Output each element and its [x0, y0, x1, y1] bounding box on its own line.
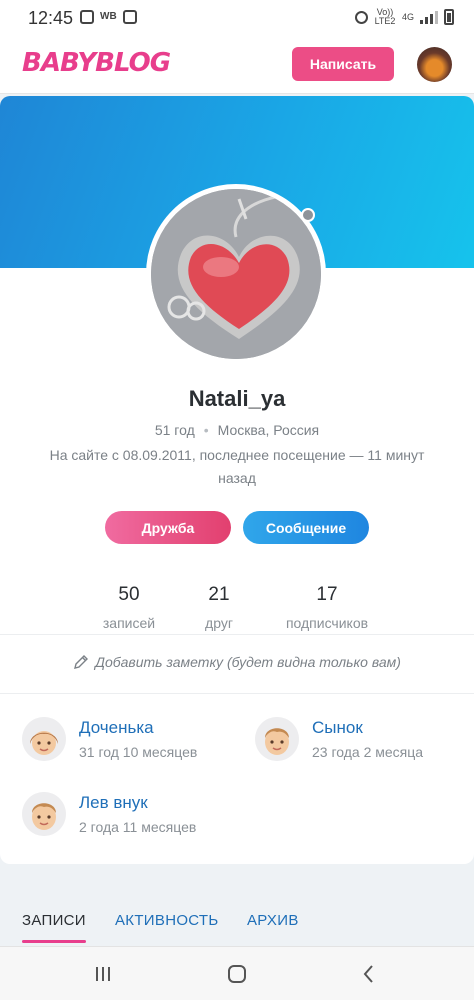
- add-note-label: Добавить заметку (будет видна только вам…: [95, 654, 401, 670]
- heart-pendant-image: [151, 189, 321, 359]
- home-icon[interactable]: [224, 961, 250, 987]
- profile-name: Natali_ya: [188, 386, 286, 411]
- profile-meta: 51 год • Москва, Россия: [0, 422, 474, 438]
- stat-friends[interactable]: 21 друг: [164, 584, 274, 631]
- profile-location: Москва, Россия: [217, 422, 320, 438]
- relative-son[interactable]: Сынок 23 года 2 месяца: [255, 717, 423, 761]
- tab-posts[interactable]: ЗАПИСИ: [22, 912, 86, 929]
- signal-icon: [420, 10, 438, 24]
- instagram-icon: [80, 10, 94, 24]
- write-button[interactable]: Написать: [292, 47, 394, 81]
- relative-daughter[interactable]: Доченька 31 год 10 месяцев: [22, 717, 197, 761]
- screenshot-icon: [123, 10, 137, 24]
- status-bar: 12:45 WB Vo)) LTE2 4G: [0, 0, 474, 36]
- relative-age: 2 года 11 месяцев: [79, 819, 197, 835]
- stat-followers[interactable]: 17 подписчиков: [272, 584, 382, 631]
- boy-face-icon: [255, 717, 299, 761]
- system-navbar: [0, 946, 474, 1000]
- divider: [0, 693, 474, 694]
- battery-icon: [444, 9, 454, 25]
- stat-followers-value: 17: [316, 584, 338, 605]
- relative-age: 23 года 2 месяца: [312, 744, 424, 760]
- relative-name: Лев внук: [79, 793, 148, 812]
- divider: [0, 634, 474, 635]
- girl-face-icon: [22, 717, 66, 761]
- network-type: 4G: [401, 12, 414, 22]
- relative-grandson[interactable]: Лев внук 2 года 11 месяцев: [22, 792, 196, 836]
- profile-card: Natali_ya 51 год • Москва, Россия На сайте…: [0, 96, 474, 864]
- user-avatar[interactable]: [417, 47, 452, 82]
- tab-archive[interactable]: АРХИВ: [247, 912, 299, 929]
- profile-avatar[interactable]: [146, 184, 326, 364]
- profile-last-seen: На сайте с 08.09.2011, последнее посещен…: [49, 447, 425, 486]
- relative-name: Доченька: [79, 718, 154, 737]
- tab-activity[interactable]: АКТИВНОСТЬ: [115, 912, 219, 929]
- status-time: 12:45: [28, 8, 74, 28]
- pencil-icon: [74, 655, 89, 669]
- friend-button[interactable]: Дружба: [105, 511, 231, 544]
- back-icon[interactable]: [356, 961, 382, 987]
- status-right: Vo)) LTE2 4G: [354, 7, 454, 26]
- app-header: BABYBLOG Написать: [0, 36, 474, 94]
- stat-followers-label: подписчиков: [285, 615, 369, 631]
- babyblog-logo[interactable]: BABYBLOG: [22, 48, 171, 78]
- profile-tabs: ЗАПИСИ АКТИВНОСТЬ АРХИВ: [0, 898, 474, 946]
- network-label: Vo)) LTE2: [374, 7, 396, 26]
- stat-friends-value: 21: [208, 584, 230, 605]
- relative-name: Сынок: [312, 718, 363, 737]
- message-button[interactable]: Сообщение: [243, 511, 369, 544]
- separator-dot: •: [203, 422, 209, 438]
- online-indicator: [301, 208, 315, 222]
- profile-age: 51 год: [154, 422, 195, 438]
- active-tab-indicator: [22, 940, 86, 943]
- recents-icon[interactable]: [90, 961, 116, 987]
- relative-age: 31 год 10 месяцев: [79, 744, 198, 760]
- boy-face-icon: [22, 792, 66, 836]
- add-note-link[interactable]: Добавить заметку (будет видна только вам…: [0, 654, 474, 670]
- stat-friends-label: друг: [205, 615, 233, 631]
- wb-icon: WB: [100, 11, 117, 22]
- alarm-icon: [354, 10, 368, 24]
